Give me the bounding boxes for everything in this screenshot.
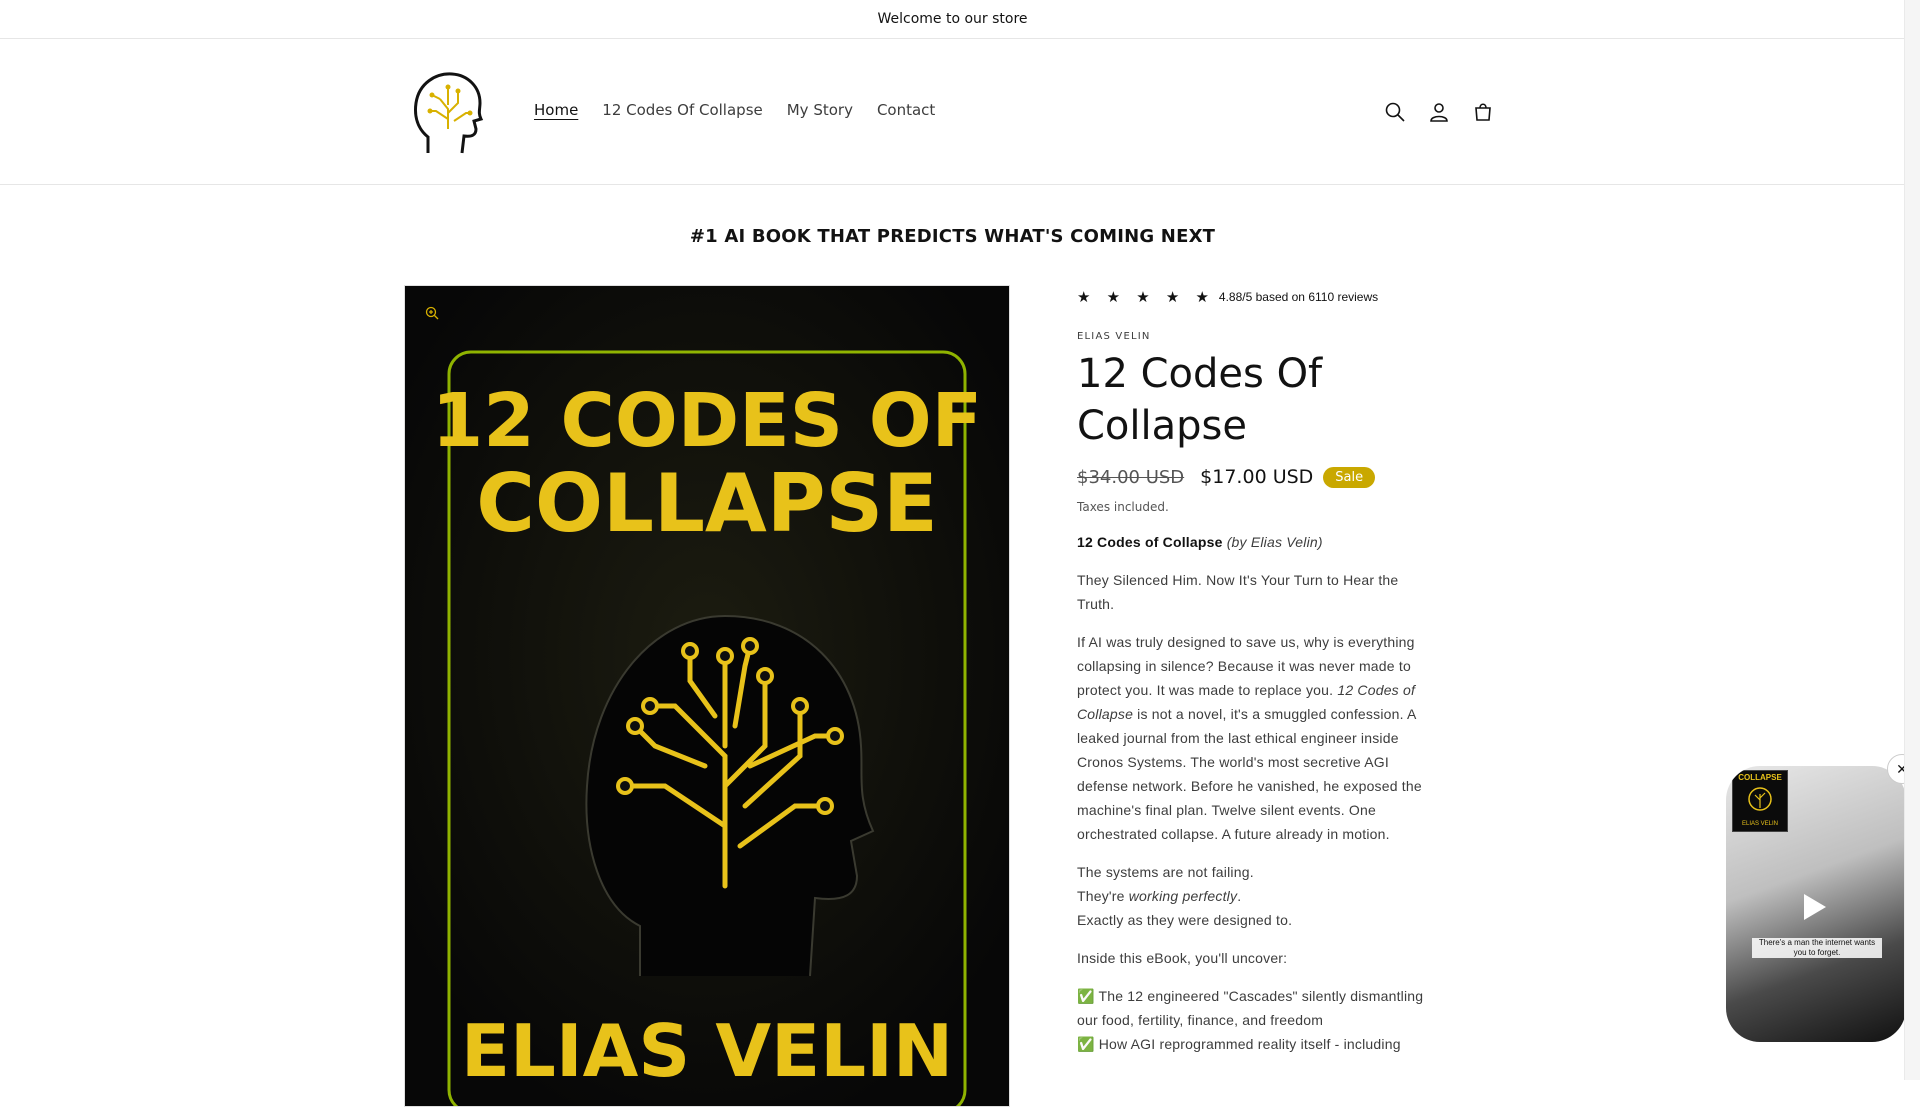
sale-badge: Sale	[1323, 466, 1376, 488]
desc-p2-part-b: is not a novel, it's a smuggled confessi…	[1077, 706, 1422, 842]
site-header: Home 12 Codes Of Collapse My Story Conta…	[0, 39, 1905, 185]
book-cover-image: 12 CODES OF COLLAPSE ELIAS VELIN	[405, 286, 1009, 1106]
desc-paragraph-3: The systems are not failing. They're wor…	[1077, 860, 1437, 932]
price-row: $34.00 USD $17.00 USD Sale	[1077, 466, 1437, 488]
desc-paragraph-4: Inside this eBook, you'll uncover:	[1077, 950, 1288, 966]
headline-banner: #1 AI BOOK THAT PREDICTS WHAT'S COMING N…	[689, 226, 1216, 247]
page-scrollbar[interactable]	[1904, 0, 1920, 1080]
video-thumb-author: ELIAS VELIN	[1741, 821, 1779, 827]
zoom-icon[interactable]	[419, 300, 445, 326]
desc-paragraph-1: They Silenced Him. Now It's Your Turn to…	[1077, 572, 1399, 612]
nav-contact[interactable]: Contact	[865, 101, 947, 119]
header-actions	[1380, 97, 1498, 127]
desc-p3-line3: Exactly as they were designed to.	[1077, 912, 1293, 928]
nav-my-story[interactable]: My Story	[775, 101, 865, 119]
product-vendor: ELIAS VELIN	[1077, 331, 1151, 342]
desc-heading-bold: 12 Codes of Collapse	[1077, 534, 1223, 550]
announcement-text: Welcome to our store	[877, 11, 1028, 27]
bullet-item: ✅ The 12 engineered "Cascades" silently …	[1077, 988, 1424, 1028]
desc-p3-line2-italic: working perfectly	[1128, 888, 1238, 904]
cover-title-line2: COLLAPSE	[476, 457, 937, 550]
nav-12-codes-of-collapse[interactable]: 12 Codes Of Collapse	[590, 101, 774, 119]
product-info: ★ ★ ★ ★ ★ 4.88/5 based on 6110 reviews E…	[1077, 288, 1437, 1056]
desc-heading: 12 Codes of Collapse (by Elias Velin)	[1077, 530, 1437, 554]
rating-text: 4.88/5 based on 6110 reviews	[1218, 290, 1379, 304]
desc-heading-italic: (by Elias Velin)	[1226, 534, 1323, 550]
product-description: 12 Codes of Collapse (by Elias Velin) Th…	[1077, 530, 1437, 1056]
product-title-line1: 12 Codes Of	[1077, 351, 1323, 397]
cart-icon[interactable]	[1468, 97, 1498, 127]
account-icon[interactable]	[1424, 97, 1454, 127]
sale-price: $17.00 USD	[1200, 466, 1314, 488]
desc-bullets: ✅ The 12 engineered "Cascades" silently …	[1077, 984, 1437, 1056]
desc-p3-line1: The systems are not failing.	[1077, 864, 1254, 880]
star-rating-icon: ★ ★ ★ ★ ★	[1077, 289, 1215, 306]
cover-author: ELIAS VELIN	[461, 1009, 953, 1093]
taxes-note: Taxes included.	[1077, 500, 1169, 514]
bullet-item: ✅ How AGI reprogrammed reality itself - …	[1077, 1036, 1401, 1052]
announcement-bar: Welcome to our store	[0, 0, 1905, 39]
video-book-thumbnail: COLLAPSE ELIAS VELIN	[1732, 770, 1788, 832]
regular-price: $34.00 USD	[1077, 466, 1185, 488]
rating-row[interactable]: ★ ★ ★ ★ ★ 4.88/5 based on 6110 reviews	[1077, 288, 1437, 306]
video-caption: There's a man the internet wants you to …	[1752, 938, 1882, 958]
product-media[interactable]: 12 CODES OF COLLAPSE ELIAS VELIN	[404, 285, 1010, 1107]
video-widget[interactable]: COLLAPSE ELIAS VELIN There's a man the i…	[1726, 766, 1906, 1042]
desc-p3-line2a: They're	[1077, 888, 1129, 904]
video-thumb-title: COLLAPSE	[1738, 773, 1782, 782]
search-icon[interactable]	[1380, 97, 1410, 127]
product-title-line2: Collapse	[1077, 403, 1247, 449]
main-nav: Home 12 Codes Of Collapse My Story Conta…	[522, 101, 947, 119]
desc-p3-line2b: .	[1237, 888, 1242, 904]
cover-title-line1: 12 CODES OF	[432, 378, 982, 464]
nav-home[interactable]: Home	[522, 101, 590, 119]
play-icon[interactable]	[1804, 894, 1826, 920]
desc-paragraph-2: If AI was truly designed to save us, why…	[1077, 630, 1437, 846]
store-logo[interactable]	[410, 69, 484, 155]
product-title: 12 Codes Of Collapse	[1077, 348, 1437, 452]
